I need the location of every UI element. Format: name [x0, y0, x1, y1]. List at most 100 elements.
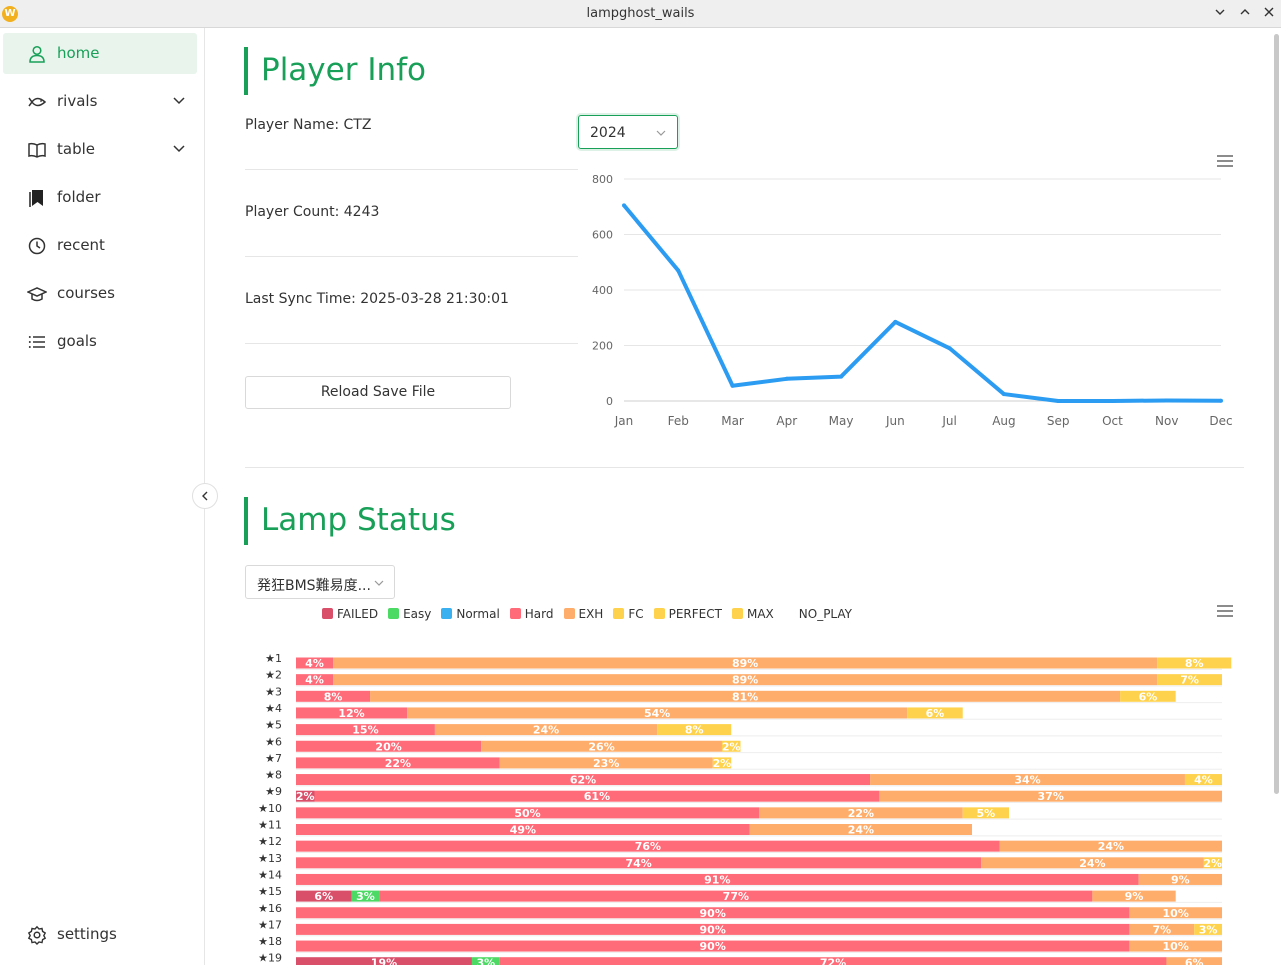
y-tick-label: 600	[592, 229, 613, 242]
chevron-down-icon[interactable]	[171, 140, 187, 156]
category-label: ★7	[265, 752, 282, 765]
data-label: 22%	[385, 757, 411, 770]
sidebar-item-goals[interactable]: goals	[3, 321, 197, 362]
legend-item[interactable]: NO_PLAY	[784, 607, 852, 621]
y-tick-label: 400	[592, 284, 613, 297]
data-label: 90%	[700, 923, 726, 936]
x-tick-label: Sep	[1047, 414, 1070, 428]
divider	[245, 256, 578, 257]
chart-menu-icon[interactable]	[1216, 604, 1234, 618]
data-label: 7%	[1180, 674, 1199, 687]
data-label: 6%	[314, 890, 333, 903]
data-label: 24%	[1098, 840, 1124, 853]
difficulty-table-select[interactable]: 発狂BMS難易度...	[245, 565, 395, 599]
sidebar-item-label: settings	[57, 925, 117, 943]
legend-item[interactable]: FC	[613, 607, 644, 621]
category-label: ★14	[258, 868, 282, 881]
window-title: lampghost_wails	[586, 6, 695, 21]
minimize-icon[interactable]	[1211, 5, 1229, 23]
last-sync-time: Last Sync Time: 2025-03-28 21:30:01	[245, 291, 509, 307]
category-label: ★17	[258, 918, 282, 931]
legend-label: Normal	[456, 607, 500, 621]
data-label: 61%	[584, 790, 610, 803]
data-point[interactable]	[839, 374, 844, 379]
x-tick-label: Jun	[885, 414, 905, 428]
data-point[interactable]	[676, 268, 681, 273]
data-label: 20%	[375, 740, 401, 753]
data-point[interactable]	[947, 346, 952, 351]
close-icon[interactable]	[1260, 5, 1278, 23]
legend-item[interactable]: EXH	[563, 607, 603, 621]
data-point[interactable]	[1219, 398, 1223, 403]
data-label: 37%	[1038, 790, 1064, 803]
legend-label: Hard	[524, 607, 554, 621]
legend-item[interactable]: MAX	[731, 607, 774, 621]
data-label: 5%	[977, 807, 996, 820]
legend-item[interactable]: Normal	[441, 607, 500, 621]
category-label: ★11	[258, 819, 282, 832]
sidebar-item-label: recent	[57, 236, 105, 254]
data-point[interactable]	[730, 383, 735, 388]
sidebar-item-home[interactable]: home	[3, 33, 197, 74]
data-label: 3%	[1199, 923, 1218, 936]
legend-item[interactable]: FAILED	[322, 607, 378, 621]
legend-swatch	[653, 608, 665, 619]
data-point[interactable]	[1001, 392, 1006, 397]
data-label: 2%	[713, 757, 732, 770]
lamp-status-title: Lamp Status	[244, 497, 456, 545]
category-label: ★12	[258, 835, 282, 848]
data-label: 4%	[305, 674, 324, 687]
sidebar-item-label: goals	[57, 332, 97, 350]
sidebar-item-label: table	[57, 140, 95, 158]
data-label: 54%	[644, 707, 670, 720]
data-label: 34%	[1014, 774, 1040, 787]
data-label: 26%	[588, 740, 614, 753]
scrollbar[interactable]	[1274, 34, 1279, 794]
chart-menu-icon[interactable]	[1216, 154, 1234, 168]
data-point[interactable]	[784, 376, 789, 381]
data-point[interactable]	[1056, 399, 1061, 403]
data-label: 24%	[1079, 857, 1105, 870]
data-label: 9%	[1125, 890, 1144, 903]
category-label: ★5	[265, 719, 282, 732]
data-label: 23%	[593, 757, 619, 770]
category-label: ★18	[258, 935, 282, 948]
data-label: 3%	[476, 957, 495, 965]
category-label: ★15	[258, 885, 282, 898]
sidebar-item-rivals[interactable]: rivals	[3, 81, 197, 122]
sidebar-item-recent[interactable]: recent	[3, 225, 197, 266]
data-point[interactable]	[893, 319, 898, 324]
legend-item[interactable]: Easy	[388, 607, 431, 621]
data-label: 7%	[1152, 923, 1171, 936]
reload-save-file-button[interactable]: Reload Save File	[245, 376, 511, 409]
chevron-down-icon[interactable]	[171, 92, 187, 108]
sidebar-item-courses[interactable]: courses	[3, 273, 197, 314]
data-point[interactable]	[622, 203, 626, 208]
legend-label: MAX	[746, 607, 774, 621]
year-select[interactable]: 2024	[578, 115, 678, 149]
sidebar-collapse-button[interactable]	[192, 483, 218, 509]
legend-swatch	[563, 608, 575, 619]
data-point[interactable]	[1164, 398, 1169, 403]
chevron-left-icon	[202, 491, 208, 501]
gear-icon	[27, 925, 47, 945]
legend-swatch	[731, 608, 743, 619]
legend-item[interactable]: Hard	[509, 607, 554, 621]
legend-item[interactable]: PERFECT	[653, 607, 722, 621]
difficulty-table-select-value: 発狂BMS難易度...	[257, 578, 371, 594]
sidebar-item-folder[interactable]: folder	[3, 177, 197, 218]
sidebar-item-settings[interactable]: settings	[3, 914, 197, 955]
data-point[interactable]	[1110, 399, 1115, 403]
maximize-icon[interactable]	[1236, 5, 1254, 23]
data-label: 10%	[1163, 940, 1189, 953]
data-label: 6%	[1139, 690, 1158, 703]
legend-label: NO_PLAY	[798, 607, 852, 621]
data-label: 77%	[723, 890, 749, 903]
data-label: 8%	[324, 690, 343, 703]
data-label: 6%	[1185, 957, 1204, 965]
sidebar-item-label: rivals	[57, 92, 98, 110]
sidebar-item-table[interactable]: table	[3, 129, 197, 170]
data-label: 2%	[296, 790, 315, 803]
player-count: Player Count: 4243	[245, 204, 380, 220]
x-tick-label: Mar	[721, 414, 744, 428]
